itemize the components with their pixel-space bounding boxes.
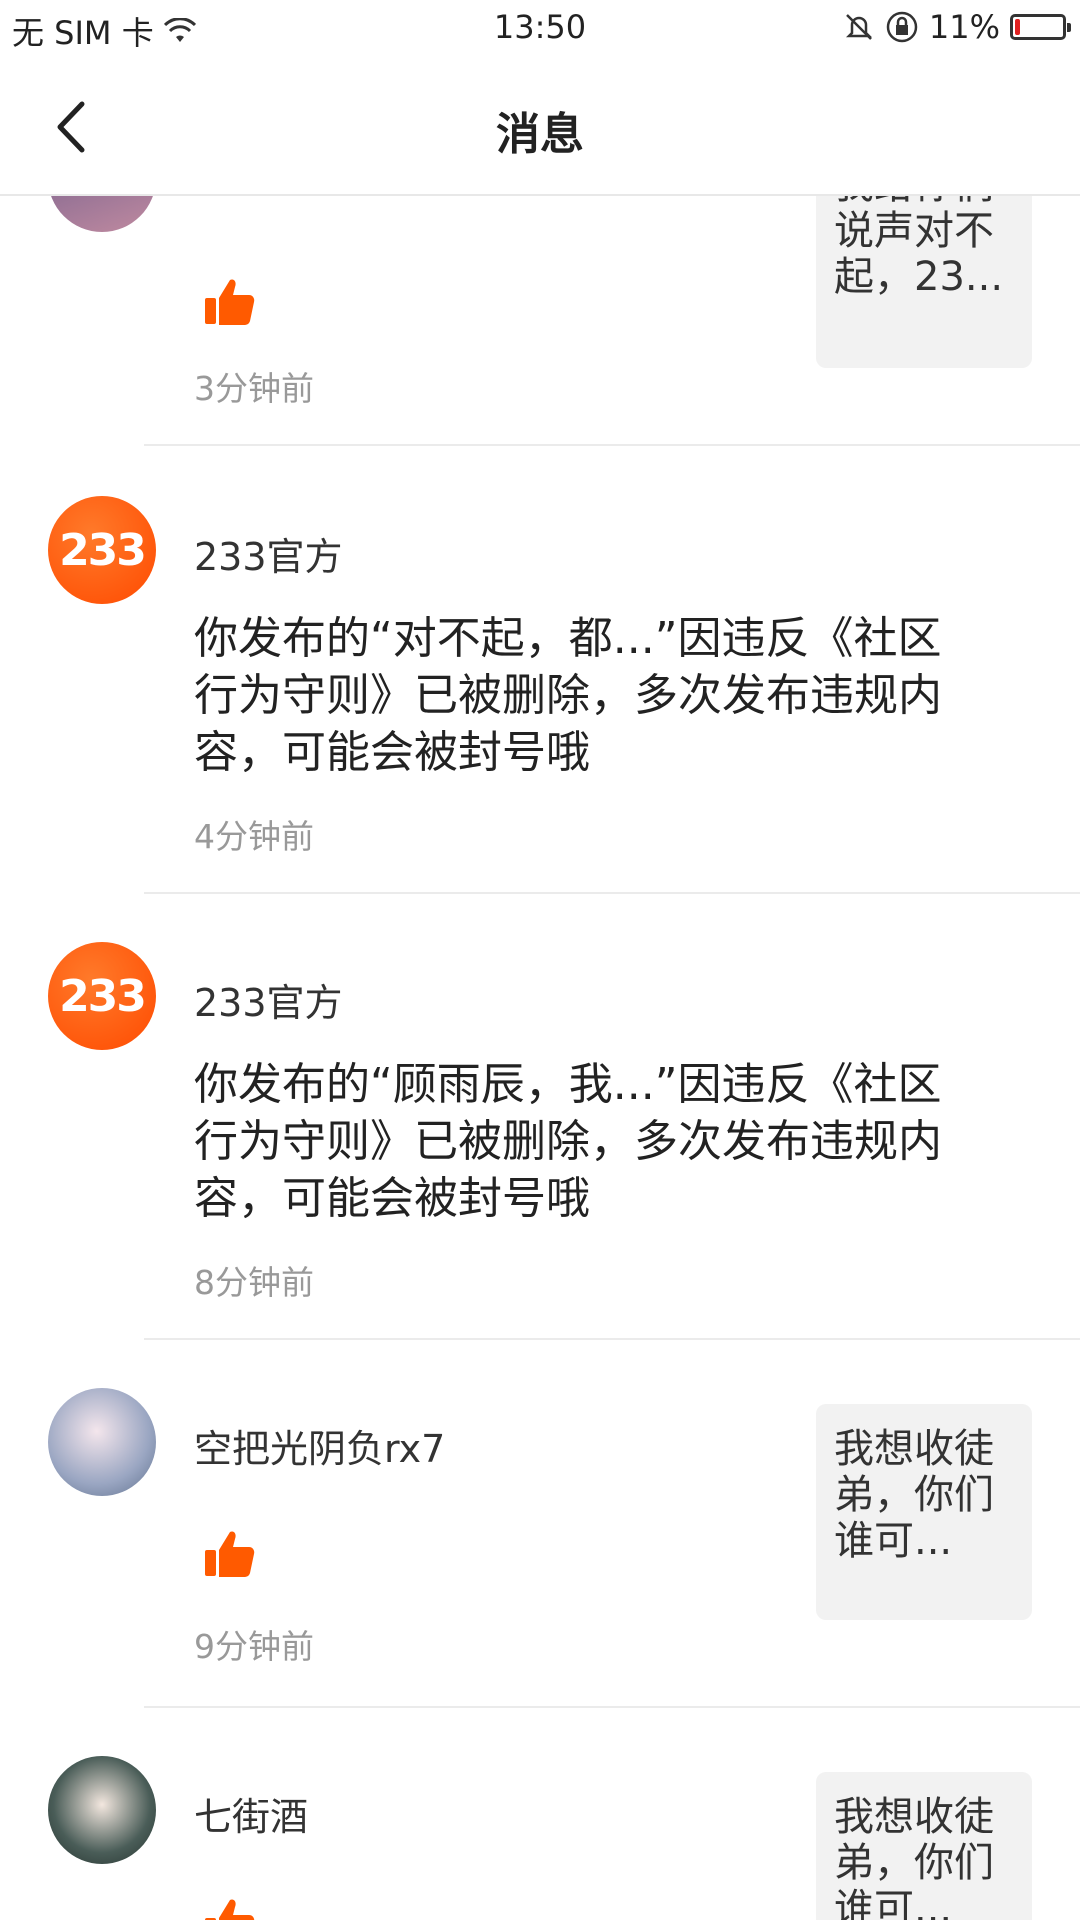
status-bar: 无 SIM 卡 13:50 11% (0, 0, 1080, 56)
avatar[interactable] (48, 196, 156, 232)
thumbs-up-icon[interactable] (202, 274, 258, 330)
avatar-logo-text: 233 (59, 524, 147, 576)
sender-name[interactable]: 空把光阴负rx7 (194, 1418, 445, 1473)
message-text: 你发布的“顾雨辰，我...”因违反《社区行为守则》已被删除，多次发布违规内容，可… (194, 1059, 942, 1224)
thumbs-up-icon[interactable] (202, 1526, 258, 1582)
battery-icon (1010, 14, 1071, 40)
quoted-post[interactable]: 我想收徒弟，你们谁可... (816, 1772, 1032, 1920)
mute-icon (845, 14, 872, 40)
avatar[interactable] (48, 1756, 156, 1864)
quoted-post[interactable]: 我想收徒弟，你们谁可... (816, 1404, 1032, 1620)
battery-percent: 11% (928, 8, 1000, 46)
message-text: 你发布的“对不起，都...”因违反《社区行为守则》已被删除，多次发布违规内容，可… (194, 613, 942, 778)
rotation-lock-icon (886, 11, 918, 43)
page-title: 消息 (496, 109, 584, 160)
sender-name[interactable]: 233官方 (194, 972, 343, 1027)
sender-name[interactable]: 七街酒 (194, 1786, 308, 1841)
timestamp: 4分钟前 (194, 817, 314, 856)
sender-name[interactable]: 233官方 (194, 526, 343, 581)
avatar[interactable]: 233 (48, 942, 156, 1050)
message-list[interactable]: 3分钟前 我给你们说声对不起，23... 233 233官方 你发布的“对不起，… (0, 196, 1080, 1920)
avatar[interactable] (48, 1388, 156, 1496)
status-right: 11% (843, 8, 1071, 46)
timestamp: 8分钟前 (194, 1263, 314, 1302)
timestamp: 3分钟前 (194, 369, 314, 408)
list-item[interactable]: 3分钟前 我给你们说声对不起，23... (0, 196, 1080, 448)
list-item[interactable]: 七街酒 我想收徒弟，你们谁可... (0, 1708, 1080, 1920)
quoted-post[interactable]: 我给你们说声对不起，23... (816, 196, 1032, 368)
divider (144, 444, 1080, 446)
avatar-logo-text: 233 (59, 970, 147, 1022)
timestamp: 9分钟前 (194, 1627, 314, 1666)
avatar[interactable]: 233 (48, 496, 156, 604)
list-item[interactable]: 233 233官方 你发布的“顾雨辰，我...”因违反《社区行为守则》已被删除，… (0, 894, 1080, 1340)
list-item[interactable]: 空把光阴负rx7 9分钟前 我想收徒弟，你们谁可... (0, 1340, 1080, 1708)
title-bar: 消息 (0, 56, 1080, 196)
thumbs-up-icon[interactable] (202, 1894, 258, 1920)
list-item[interactable]: 233 233官方 你发布的“对不起，都...”因违反《社区行为守则》已被删除，… (0, 448, 1080, 894)
